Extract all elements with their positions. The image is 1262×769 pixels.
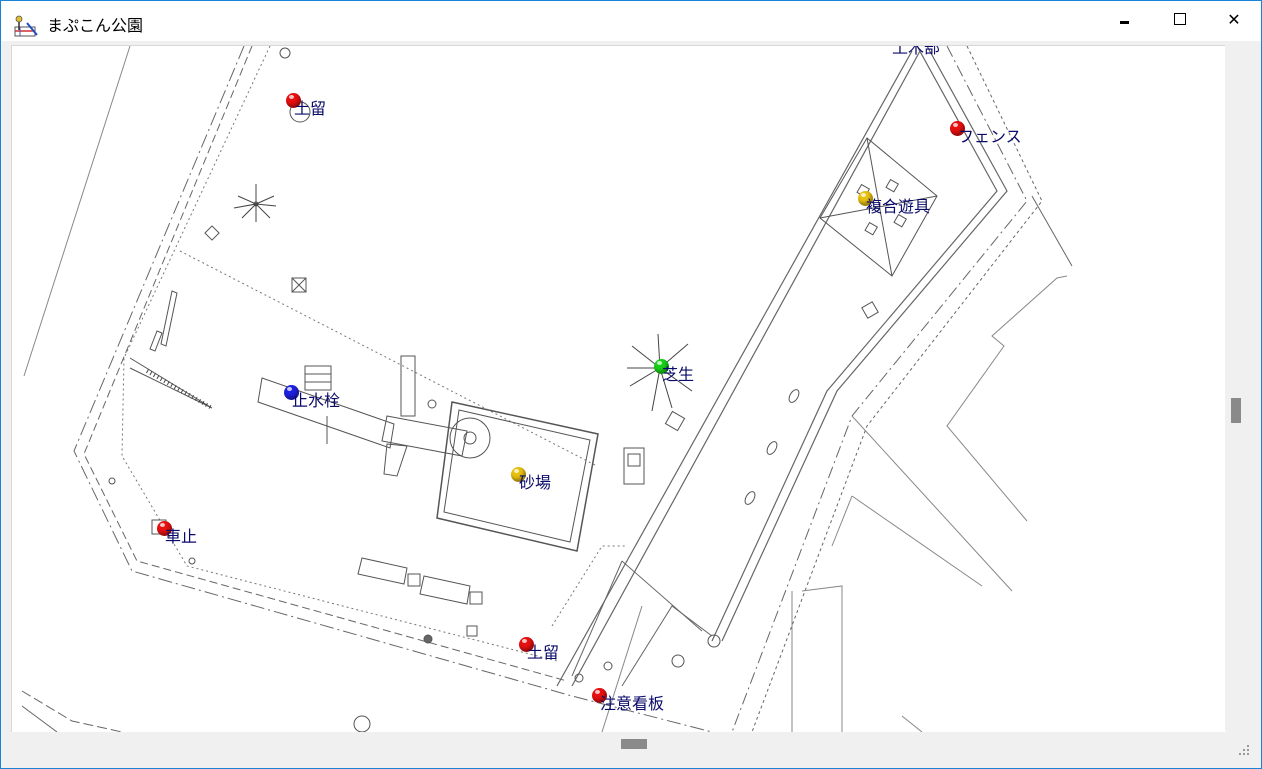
horizontal-scrollbar[interactable]: [11, 732, 1225, 756]
minimize-button[interactable]: [1101, 4, 1147, 34]
close-icon: ✕: [1227, 9, 1241, 29]
resize-grip-icon[interactable]: [1237, 743, 1251, 757]
minimize-icon: [1119, 20, 1129, 24]
vertical-scroll-thumb[interactable]: [1231, 398, 1241, 423]
park-map-drawing: [21, 46, 1073, 732]
maximize-button[interactable]: [1157, 4, 1203, 34]
horizontal-scroll-thumb[interactable]: [621, 739, 647, 749]
title-bar[interactable]: まぷこん公園 ✕: [1, 1, 1261, 41]
map-viewport[interactable]: 土木部 土留 フェンス 複合遊具 芝生 止水栓 砂場 車止 土留 注意看板: [11, 45, 1226, 732]
top-edge-label: 土木部: [892, 45, 941, 57]
window-title: まぷこん公園: [47, 16, 144, 35]
maximize-icon: [1174, 13, 1186, 25]
app-window: まぷこん公園 ✕ 土木部 土留 フェンス 複合遊具 芝生 止水栓 砂場 車止 土…: [0, 0, 1262, 769]
vertical-scrollbar[interactable]: [1225, 45, 1259, 731]
map-app-icon: [14, 15, 38, 37]
close-button[interactable]: ✕: [1211, 4, 1257, 34]
